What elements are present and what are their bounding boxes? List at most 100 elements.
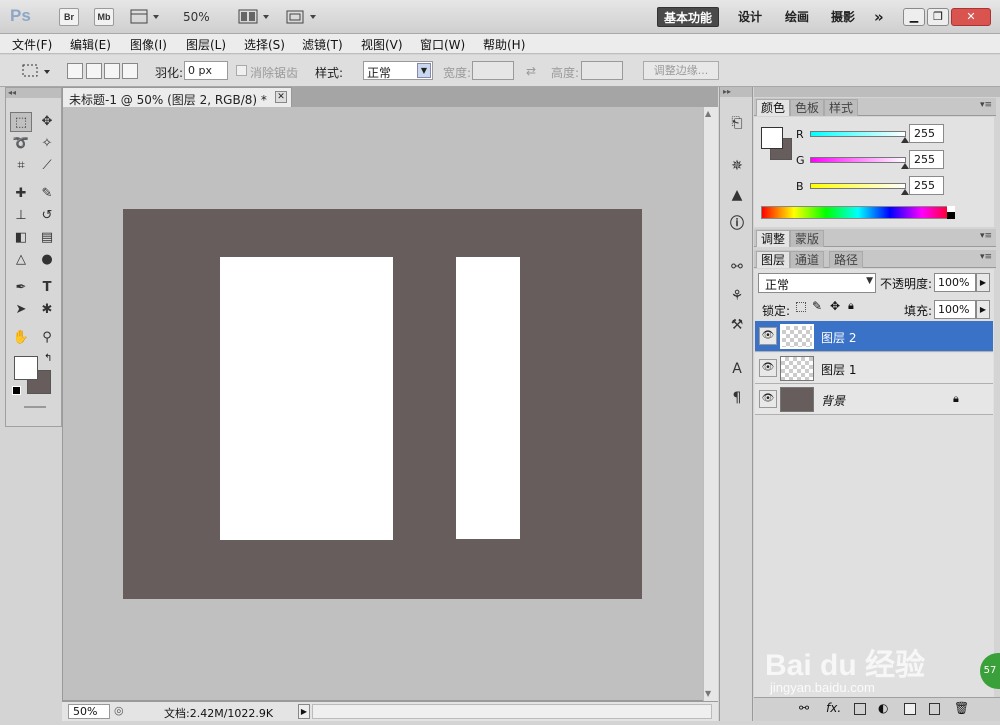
crop-tool-icon[interactable]: ⌗: [10, 156, 32, 176]
blur-tool-icon[interactable]: △: [10, 250, 32, 270]
menu-edit[interactable]: 编辑(E): [70, 36, 111, 53]
lasso-tool-icon[interactable]: ➰: [10, 134, 32, 154]
tab-channels[interactable]: 通道: [790, 251, 825, 268]
info-panel-icon[interactable]: ⓘ: [726, 214, 748, 234]
status-zoom-field[interactable]: 50%: [68, 704, 110, 719]
blend-mode-select[interactable]: 正常 ▼: [758, 273, 876, 293]
hand-tool-icon[interactable]: ✋: [10, 328, 32, 348]
menu-view[interactable]: 视图(V): [361, 36, 403, 53]
r-slider[interactable]: [810, 131, 906, 137]
workspace-painting-button[interactable]: 绘画: [779, 7, 815, 27]
new-layer-icon[interactable]: [929, 703, 940, 715]
g-slider-handle[interactable]: [901, 163, 909, 169]
tab-masks[interactable]: 蒙版: [790, 230, 825, 247]
eye-icon[interactable]: 👁︎: [759, 327, 777, 345]
zoom-level[interactable]: 50%: [183, 10, 210, 24]
r-slider-handle[interactable]: [901, 137, 909, 143]
opacity-slider-arrow-icon[interactable]: ▶: [976, 273, 990, 292]
opacity-input[interactable]: 100%: [934, 273, 976, 292]
more-workspaces-button[interactable]: »: [868, 7, 890, 27]
default-colors-icon[interactable]: [12, 386, 21, 395]
scroll-up-icon[interactable]: ▲: [705, 109, 711, 118]
shape-tool-icon[interactable]: ✱: [36, 300, 58, 320]
workspace-design-button[interactable]: 设计: [732, 7, 768, 27]
antialias-checkbox[interactable]: [236, 65, 247, 76]
minimize-button[interactable]: ▁: [903, 8, 925, 26]
workspace-photography-button[interactable]: 摄影: [825, 7, 861, 27]
lock-all-icon[interactable]: 🔒︎: [848, 299, 854, 313]
menu-file[interactable]: 文件(F): [12, 36, 52, 53]
dodge-tool-icon[interactable]: ●: [36, 250, 58, 270]
mini-bridge-button[interactable]: Mb: [94, 8, 114, 26]
subtract-selection-button[interactable]: [104, 63, 120, 79]
horizontal-scrollbar[interactable]: [312, 704, 712, 719]
menu-help[interactable]: 帮助(H): [483, 36, 525, 53]
feather-input[interactable]: 0 px: [184, 61, 228, 80]
layers-menu-icon[interactable]: ▾≡: [980, 252, 992, 262]
lock-image-icon[interactable]: ✎: [812, 299, 822, 313]
b-value-input[interactable]: 255: [909, 176, 944, 195]
tab-swatches[interactable]: 色板: [790, 99, 825, 116]
fx-icon[interactable]: fx.: [826, 701, 841, 715]
status-info-icon[interactable]: ◎: [114, 704, 124, 717]
lock-transparency-icon[interactable]: [796, 302, 806, 312]
intersect-selection-button[interactable]: [122, 63, 138, 79]
healing-brush-tool-icon[interactable]: ✚: [10, 184, 32, 204]
eye-icon[interactable]: 👁︎: [759, 390, 777, 408]
path-selection-tool-icon[interactable]: ➤: [10, 300, 32, 320]
black-ramp-swatch[interactable]: [947, 212, 955, 219]
strip-collapse-icon[interactable]: ▸▸: [720, 87, 752, 97]
panel-menu-icon[interactable]: ▾≡: [980, 100, 992, 110]
layer-row[interactable]: 👁︎ 背景 🔒︎: [755, 384, 993, 415]
arrange-documents-dropdown[interactable]: [238, 9, 272, 25]
tab-color[interactable]: 颜色: [756, 99, 791, 116]
document-tab[interactable]: 未标题-1 @ 50% (图层 2, RGB/8) * ✕: [62, 87, 292, 107]
vertical-scrollbar[interactable]: ▲ ▼: [703, 107, 718, 701]
tools-collapse-icon[interactable]: ◂◂: [6, 88, 61, 98]
eraser-tool-icon[interactable]: ◧: [10, 228, 32, 248]
layer-name[interactable]: 背景: [821, 392, 845, 409]
layer-row[interactable]: 👁︎ 图层 1: [755, 353, 993, 384]
tool-preset-picker[interactable]: [20, 61, 52, 81]
b-slider-handle[interactable]: [901, 189, 909, 195]
paragraph-panel-icon[interactable]: ¶: [726, 388, 748, 408]
menu-window[interactable]: 窗口(W): [420, 36, 465, 53]
workspace-essentials-button[interactable]: 基本功能: [657, 7, 720, 27]
zoom-tool-icon[interactable]: ⚲: [36, 328, 58, 348]
close-document-icon[interactable]: ✕: [275, 91, 287, 103]
move-tool-icon[interactable]: ✥: [36, 112, 58, 132]
tool-presets-panel-icon[interactable]: ⚒: [726, 315, 748, 335]
menu-filter[interactable]: 滤镜(T): [302, 36, 343, 53]
g-value-input[interactable]: 255: [909, 150, 944, 169]
new-group-icon[interactable]: [904, 703, 916, 715]
gradient-tool-icon[interactable]: ▤: [36, 228, 58, 248]
scroll-down-icon[interactable]: ▼: [705, 689, 711, 698]
brush-tool-icon[interactable]: ✎: [36, 184, 58, 204]
adjustments-menu-icon[interactable]: ▾≡: [980, 231, 992, 241]
clone-stamp-tool-icon[interactable]: ⊥: [10, 206, 32, 226]
b-slider[interactable]: [810, 183, 906, 189]
view-extras-dropdown[interactable]: [130, 9, 162, 25]
link-layers-icon[interactable]: ⚯: [799, 701, 809, 715]
style-select[interactable]: 正常 ▼: [363, 61, 433, 80]
new-selection-button[interactable]: [67, 63, 83, 79]
pen-tool-icon[interactable]: ✒: [10, 278, 32, 298]
status-menu-arrow-icon[interactable]: ▶: [298, 704, 310, 719]
menu-image[interactable]: 图像(I): [130, 36, 167, 53]
swap-colors-icon[interactable]: ↰: [44, 353, 52, 364]
tab-layers[interactable]: 图层: [756, 251, 791, 268]
tab-paths[interactable]: 路径: [829, 251, 864, 268]
history-brush-tool-icon[interactable]: ↺: [36, 206, 58, 226]
menu-select[interactable]: 选择(S): [244, 36, 285, 53]
refine-edge-button[interactable]: 调整边缘...: [643, 61, 719, 80]
histogram-panel-icon[interactable]: ▲: [726, 185, 748, 205]
fill-slider-arrow-icon[interactable]: ▶: [976, 300, 990, 319]
add-mask-icon[interactable]: [854, 703, 866, 715]
menu-layer[interactable]: 图层(L): [186, 36, 226, 53]
color-panel-foreground-swatch[interactable]: [761, 127, 783, 149]
clone-source-panel-icon[interactable]: ⚘: [726, 286, 748, 306]
fill-input[interactable]: 100%: [934, 300, 976, 319]
add-selection-button[interactable]: [86, 63, 102, 79]
adjustment-layer-icon[interactable]: ◐: [878, 701, 888, 715]
quick-mask-icon[interactable]: [24, 406, 46, 408]
